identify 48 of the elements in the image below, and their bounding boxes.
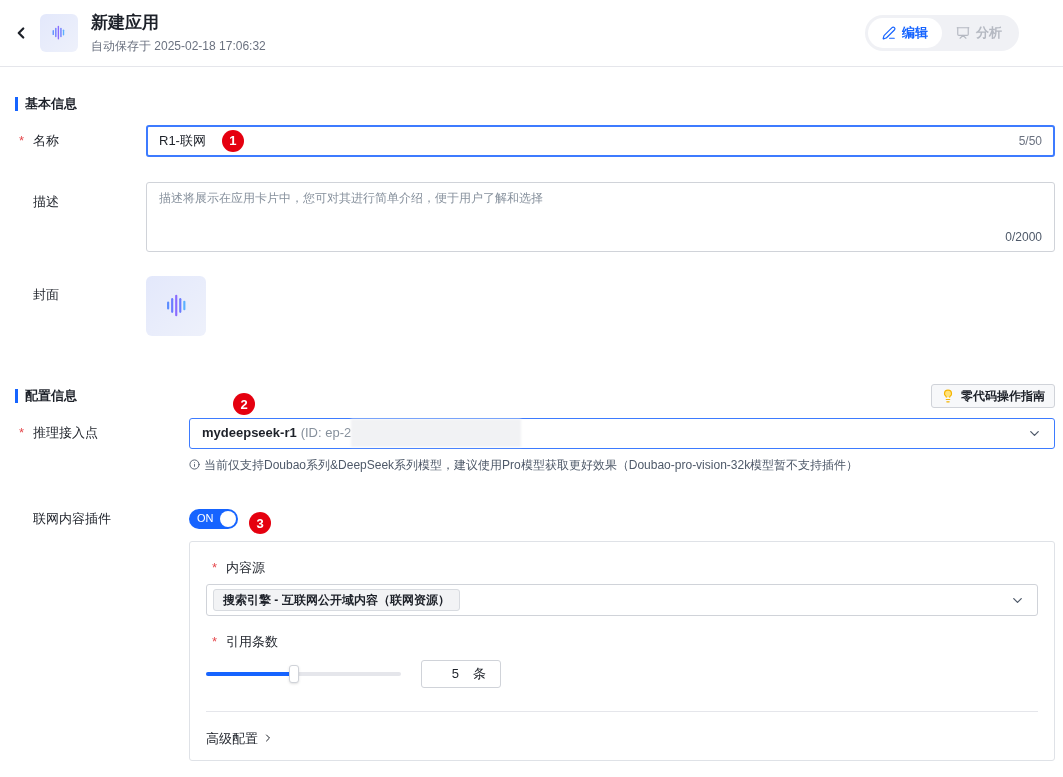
mode-tab[interactable]: 编辑 xyxy=(868,18,942,48)
field-label: 推理接入点 xyxy=(33,424,98,443)
count-unit: 条 xyxy=(473,664,486,683)
field-label: 联网内容插件 xyxy=(33,509,111,528)
source-select[interactable]: 搜索引擎 - 互联网公开域内容（联网资源） xyxy=(206,584,1038,616)
field-label: 内容源 xyxy=(226,558,265,577)
monitor-icon xyxy=(956,26,970,40)
info-icon xyxy=(189,459,200,470)
required-asterisk: * xyxy=(212,558,218,577)
count-field[interactable]: 5 条 xyxy=(421,659,501,688)
toggle-knob xyxy=(220,510,236,527)
plugin-toggle[interactable]: ON xyxy=(189,508,238,529)
autosave-time: 自动保存于 2025-02-18 17:06:32 xyxy=(91,37,266,55)
page-title: 新建应用 xyxy=(91,11,160,34)
field-label: 描述 xyxy=(33,192,59,211)
field-label: 引用条数 xyxy=(226,633,278,651)
required-asterisk: * xyxy=(19,131,25,150)
char-counter: 5/50 xyxy=(1018,132,1042,150)
advanced-config-link[interactable]: 高级配置 xyxy=(206,728,274,748)
annotation-marker: 2 xyxy=(233,393,255,416)
section-title: 基本信息 xyxy=(25,95,77,113)
section-accent-bar xyxy=(15,388,18,403)
annotation-marker: 3 xyxy=(249,512,271,535)
guide-button[interactable]: 零代码操作指南 xyxy=(931,383,1055,408)
description-field[interactable]: 描述将展示在应用卡片中，您可对其进行简单介绍，便于用户了解和选择 0/2000 xyxy=(146,181,1055,252)
pen-icon xyxy=(882,26,896,40)
section-accent-bar xyxy=(15,96,18,111)
description-placeholder: 描述将展示在应用卡片中，您可对其进行简单介绍，便于用户了解和选择 xyxy=(159,189,544,207)
name-value: R1-联网 xyxy=(159,131,206,150)
endpoint-id: (ID: ep-2 xyxy=(300,424,352,443)
field-label: 封面 xyxy=(33,285,59,304)
field-label: 名称 xyxy=(33,131,59,150)
required-asterisk: * xyxy=(19,424,25,443)
slider-thumb[interactable] xyxy=(288,664,299,683)
annotation-marker: 1 xyxy=(221,129,244,152)
app-logo-icon xyxy=(146,275,206,336)
section-title: 配置信息 xyxy=(25,386,77,405)
name-field[interactable]: R1-联网 1 5/50 xyxy=(146,124,1055,157)
required-asterisk: * xyxy=(212,633,218,651)
app-logo-icon xyxy=(40,14,78,52)
endpoint-hint: 当前仅支持Doubao系列&DeepSeek系列模型，建议使用Pro模型获取更好效果（Doubao-pro-vision-32k模型暂不支持插件） xyxy=(204,456,859,474)
count-value: 5 xyxy=(451,664,459,683)
char-counter: 0/2000 xyxy=(1005,228,1042,246)
lightbulb-icon xyxy=(941,388,955,403)
toggle-text: ON xyxy=(197,511,214,527)
endpoint-select[interactable]: mydeepseek-r1 (ID: ep-2 xyxy=(189,417,1055,449)
source-tag: 搜索引擎 - 互联网公开域内容（联网资源） xyxy=(213,589,460,611)
endpoint-value: mydeepseek-r1 xyxy=(202,424,297,443)
